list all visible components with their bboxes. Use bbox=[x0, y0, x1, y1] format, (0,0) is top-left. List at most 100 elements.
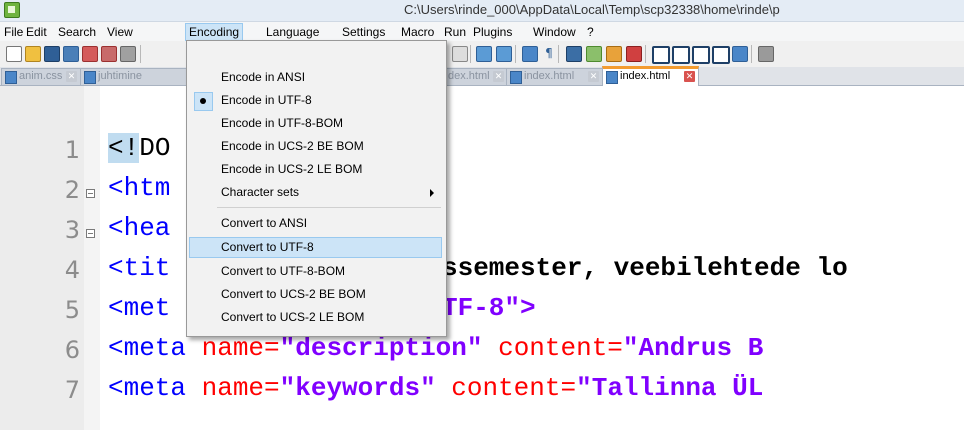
record-macro-icon[interactable] bbox=[652, 46, 670, 64]
menu-item-label: Convert to UCS-2 LE BOM bbox=[221, 310, 365, 324]
menu-item-encode-ucs2-le-bom[interactable]: Encode in UCS-2 LE BOM bbox=[189, 159, 442, 180]
code-token: <meta bbox=[108, 373, 187, 403]
save-icon[interactable] bbox=[44, 46, 60, 62]
code-token: DO bbox=[139, 133, 171, 163]
code-token: name= bbox=[186, 373, 280, 403]
code-token: content= bbox=[435, 373, 577, 403]
menu-item-convert-utf8-bom[interactable]: Convert to UTF-8-BOM bbox=[189, 261, 442, 282]
plugin-icon[interactable] bbox=[758, 46, 774, 62]
menu-view[interactable]: View bbox=[104, 24, 136, 40]
window-title: C:\Users\rinde_000\AppData\Local\Temp\sc… bbox=[404, 2, 780, 17]
tab-label: juhtimine bbox=[98, 70, 143, 82]
zoom-icon[interactable] bbox=[452, 46, 468, 62]
menu-item-convert-ansi[interactable]: Convert to ANSI bbox=[189, 213, 442, 234]
indent-guide-icon[interactable] bbox=[566, 46, 582, 62]
code-token: <hea bbox=[108, 213, 171, 243]
code-line: <htm bbox=[108, 173, 170, 203]
tab-label: index.html bbox=[620, 70, 671, 82]
code-token: "keywords" bbox=[279, 373, 436, 403]
menu-item-encode-utf8-bom[interactable]: Encode in UTF-8-BOM bbox=[189, 113, 442, 134]
menu-item-label: Convert to UTF-8 bbox=[221, 240, 314, 254]
document-icon bbox=[5, 71, 17, 84]
code-line: <meta name="keywords" content="Tallinna … bbox=[108, 373, 763, 403]
menu-help[interactable]: ? bbox=[584, 24, 597, 40]
code-line: <meta name="description" content="Andrus… bbox=[108, 333, 763, 363]
line-number: 2 bbox=[64, 176, 80, 204]
line-number: 6 bbox=[64, 336, 80, 364]
encoding-dropdown-menu: Encode in ANSI Encode in UTF-8 Encode in… bbox=[186, 40, 447, 337]
document-map-icon[interactable] bbox=[606, 46, 622, 62]
print-icon[interactable] bbox=[120, 46, 136, 62]
menu-item-character-sets[interactable]: Character sets bbox=[189, 182, 442, 203]
menu-macro[interactable]: Macro bbox=[398, 24, 437, 40]
title-bar: C:\Users\rinde_000\AppData\Local\Temp\sc… bbox=[0, 0, 964, 22]
code-token: <met bbox=[108, 293, 171, 323]
menu-item-label: Encode in UTF-8-BOM bbox=[221, 116, 344, 130]
menu-edit[interactable]: Edit bbox=[23, 24, 50, 40]
code-token: <tit bbox=[108, 253, 171, 283]
stop-recording-icon[interactable] bbox=[672, 46, 690, 64]
sync-horizontal-icon[interactable] bbox=[496, 46, 512, 62]
code-token: <meta bbox=[108, 333, 187, 363]
menu-item-label: Encode in UCS-2 LE BOM bbox=[221, 162, 363, 176]
line-number: 7 bbox=[64, 376, 80, 404]
menu-item-label: Convert to ANSI bbox=[221, 216, 308, 230]
editor-area[interactable]: 1 2 3 4 5 6 7 <!DO <htm <hea <tit ssemes… bbox=[0, 86, 964, 430]
line-number: 3 bbox=[64, 216, 80, 244]
code-token: ssemester, veebilehtede lo bbox=[442, 253, 848, 283]
menu-item-convert-ucs2-be-bom[interactable]: Convert to UCS-2 BE BOM bbox=[189, 284, 442, 305]
menu-search[interactable]: Search bbox=[55, 24, 99, 40]
menu-item-convert-ucs2-le-bom[interactable]: Convert to UCS-2 LE BOM bbox=[189, 307, 442, 328]
language-icon[interactable] bbox=[586, 46, 602, 62]
code-line: <hea bbox=[108, 213, 170, 243]
code-line: <met bbox=[108, 293, 170, 323]
menu-item-encode-utf8[interactable]: Encode in UTF-8 bbox=[189, 90, 442, 111]
run-macro-multiple-icon[interactable] bbox=[712, 46, 730, 64]
menu-item-label: Encode in UTF-8 bbox=[221, 93, 312, 107]
close-tab-icon[interactable]: ✕ bbox=[66, 71, 77, 82]
toolbar-separator bbox=[558, 45, 559, 63]
fold-toggle-icon[interactable] bbox=[86, 229, 95, 238]
menu-window[interactable]: Window bbox=[530, 24, 579, 40]
word-wrap-icon[interactable] bbox=[522, 46, 538, 62]
code-token: "Andrus B bbox=[622, 333, 764, 363]
close-all-icon[interactable] bbox=[101, 46, 117, 62]
menu-settings[interactable]: Settings bbox=[339, 24, 388, 40]
menu-item-convert-utf8[interactable]: Convert to UTF-8 bbox=[189, 237, 442, 258]
menu-item-encode-ansi[interactable]: Encode in ANSI bbox=[189, 67, 442, 88]
new-file-icon[interactable] bbox=[6, 46, 22, 62]
playback-macro-icon[interactable] bbox=[692, 46, 710, 64]
close-tab-icon[interactable]: ✕ bbox=[493, 71, 504, 82]
toolbar-separator bbox=[140, 45, 141, 63]
menu-item-label: Encode in ANSI bbox=[221, 70, 306, 84]
tab-index-html-1[interactable]: dex.html ✕ bbox=[445, 68, 507, 85]
tab-anim-css[interactable]: anim.css ✕ bbox=[1, 68, 81, 85]
submenu-arrow-icon bbox=[430, 189, 434, 197]
tab-juhtimine[interactable]: juhtimine bbox=[80, 68, 188, 85]
close-file-icon[interactable] bbox=[82, 46, 98, 62]
fold-toggle-icon[interactable] bbox=[86, 189, 95, 198]
menu-item-label: Convert to UCS-2 BE BOM bbox=[221, 287, 366, 301]
code-token: name= bbox=[186, 333, 280, 363]
menu-encoding[interactable]: Encoding bbox=[185, 23, 244, 41]
tab-bar: anim.css ✕ juhtimine dex.html ✕ index.ht… bbox=[0, 66, 964, 88]
code-token: TF-8"> bbox=[442, 293, 536, 323]
save-all-icon[interactable] bbox=[63, 46, 79, 62]
menu-language[interactable]: Language bbox=[263, 24, 322, 40]
show-all-characters-icon[interactable]: ¶ bbox=[542, 46, 556, 60]
menu-run[interactable]: Run bbox=[441, 24, 469, 40]
toolbar-separator bbox=[645, 45, 646, 63]
tab-index-html-active[interactable]: index.html ✕ bbox=[602, 66, 699, 88]
code-line-fragment: TF-8"> bbox=[442, 293, 536, 323]
code-line: <!DO bbox=[108, 133, 170, 163]
menu-plugins[interactable]: Plugins bbox=[470, 24, 515, 40]
toolbar: ¶ bbox=[0, 41, 964, 67]
tab-index-html-2[interactable]: index.html ✕ bbox=[506, 68, 603, 85]
close-tab-icon[interactable]: ✕ bbox=[684, 71, 695, 82]
menu-item-encode-ucs2-be-bom[interactable]: Encode in UCS-2 BE BOM bbox=[189, 136, 442, 157]
open-file-icon[interactable] bbox=[25, 46, 41, 62]
sync-vertical-icon[interactable] bbox=[476, 46, 492, 62]
close-tab-icon[interactable]: ✕ bbox=[588, 71, 599, 82]
function-list-icon[interactable] bbox=[626, 46, 642, 62]
save-macro-icon[interactable] bbox=[732, 46, 748, 62]
